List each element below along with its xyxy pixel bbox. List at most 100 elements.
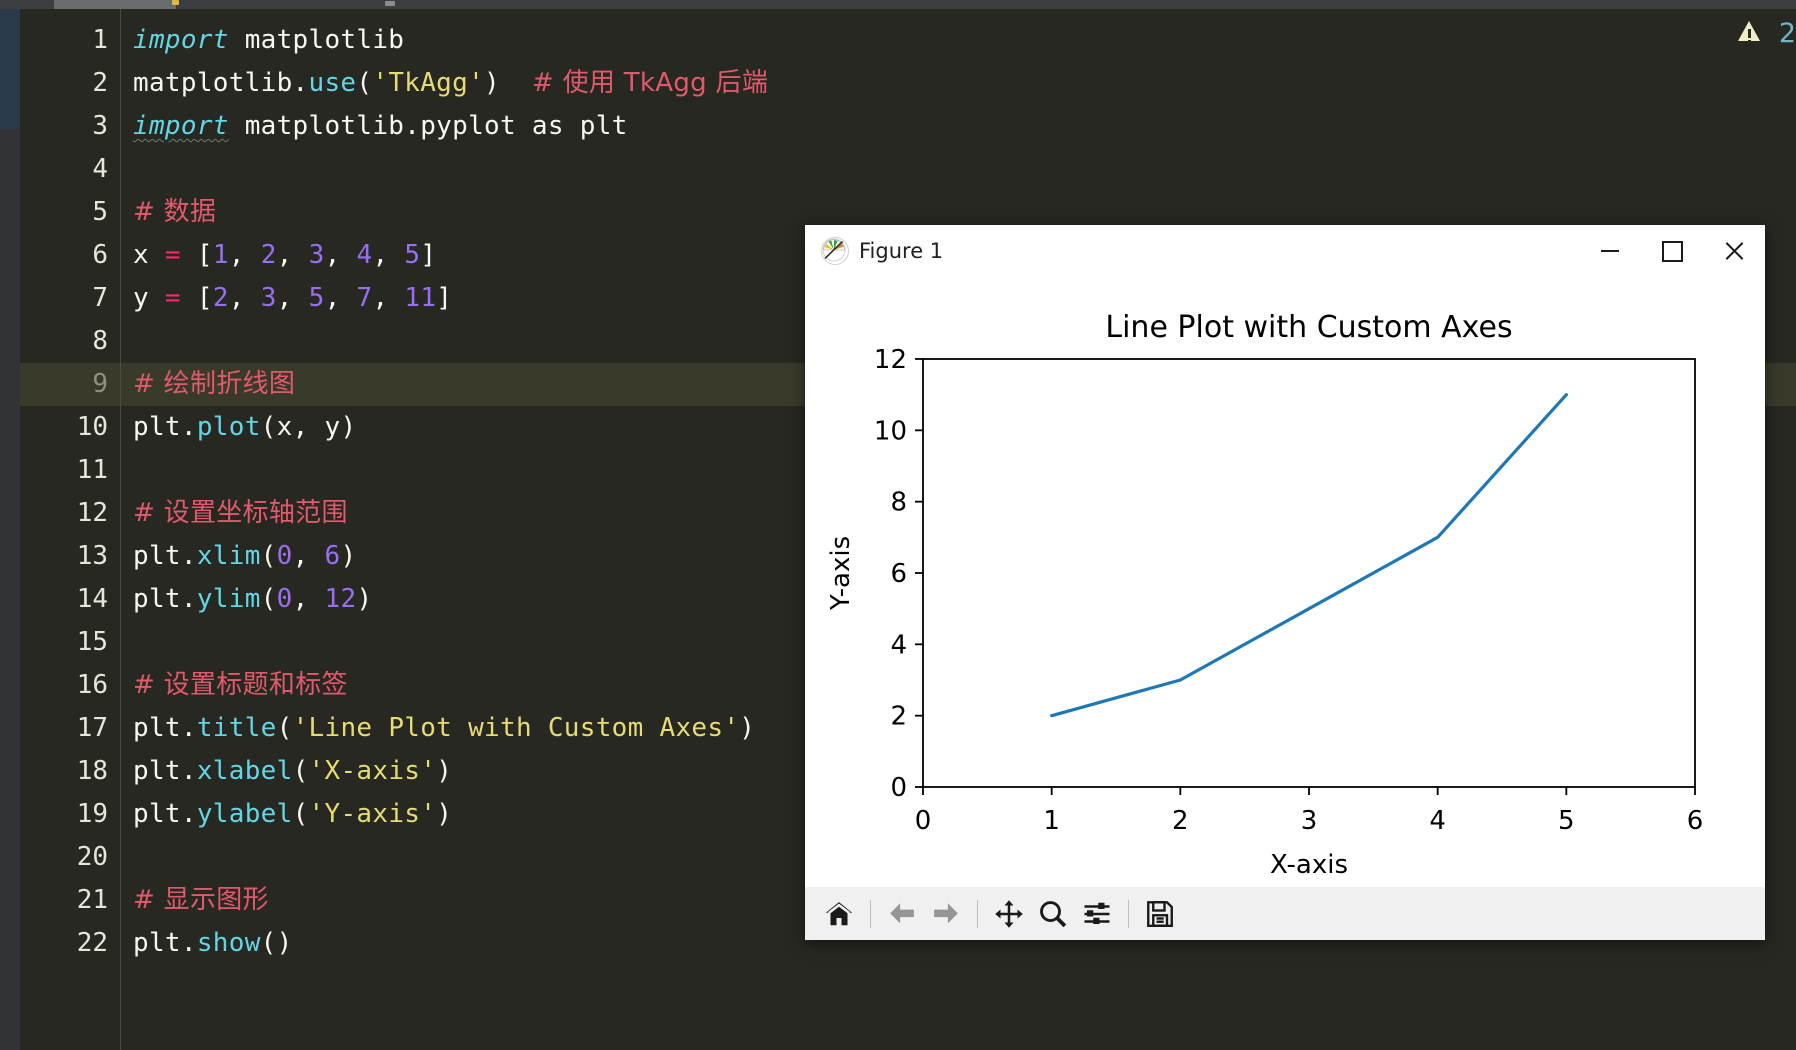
editor-gutter[interactable]: 1 2 3 4 5 6 7 8 9 10 11 12 13 14 15 16 17 18 19 20 21 22 [20, 9, 121, 1050]
line-number: 9 [92, 369, 108, 399]
close-button[interactable] [1703, 225, 1765, 277]
code-line-text: # 显示图形 [133, 885, 269, 915]
code-line-text: plt.show() [133, 928, 293, 958]
line-number: 17 [76, 713, 108, 743]
configure-subplots-button[interactable] [1075, 892, 1119, 936]
gutter-line-22[interactable]: 22 [20, 922, 120, 965]
line-number: 10 [76, 412, 108, 442]
figure-navigation-toolbar[interactable] [805, 887, 1765, 940]
x-axis-label: X-axis [1270, 850, 1348, 880]
code-line-1[interactable]: import matplotlib [121, 19, 1796, 62]
y-axis-label: Y-axis [826, 536, 856, 611]
back-button[interactable] [880, 892, 924, 936]
line-number: 11 [76, 455, 108, 485]
code-line-text: matplotlib.use('TkAgg') # 使用 TkAgg 后端 [133, 68, 769, 98]
code-line-text: # 设置标题和标签 [133, 670, 348, 700]
save-button[interactable] [1138, 892, 1182, 936]
code-line-text: # 设置坐标轴范围 [133, 498, 348, 528]
y-tick-label: 2 [890, 702, 907, 732]
x-tick-label: 3 [1301, 806, 1318, 836]
gutter-line-10[interactable]: 10 [20, 406, 120, 449]
line-number: 3 [92, 111, 108, 141]
x-tick-label: 5 [1558, 806, 1575, 836]
gutter-line-6[interactable]: 6 [20, 234, 120, 277]
gutter-line-11[interactable]: 11 [20, 449, 120, 492]
warning-exclamation-stem [1748, 29, 1751, 38]
gutter-line-20[interactable]: 20 [20, 836, 120, 879]
line-number: 13 [76, 541, 108, 571]
gutter-line-4[interactable]: 4 [20, 148, 120, 191]
line-number: 7 [92, 283, 108, 313]
code-line-text: plt.plot(x, y) [133, 412, 357, 442]
code-line-text: plt.title('Line Plot with Custom Axes') [133, 713, 756, 743]
code-line-text: x = [1, 2, 3, 4, 5] [133, 240, 437, 270]
editor-left-strip [0, 9, 20, 1050]
gutter-line-17[interactable]: 17 [20, 707, 120, 750]
y-tick-label: 8 [890, 488, 907, 518]
maximize-icon [1661, 240, 1683, 262]
code-line-text: plt.xlabel('X-axis') [133, 756, 453, 786]
zoom-button[interactable] [1031, 892, 1075, 936]
line-number: 19 [76, 799, 108, 829]
y-tick-label: 0 [890, 773, 907, 803]
gutter-line-15[interactable]: 15 [20, 621, 120, 664]
gutter-line-7[interactable]: 7 [20, 277, 120, 320]
gutter-line-12[interactable]: 12 [20, 492, 120, 535]
gutter-line-5[interactable]: 5 [20, 191, 120, 234]
figure-title-bar[interactable]: Figure 1 [805, 225, 1765, 277]
matplotlib-figure-window[interactable]: Figure 1 0 1 2 3 4 5 6 0 2 4 6 8 10 12 Line Plot with … [805, 225, 1765, 940]
gutter-line-18[interactable]: 18 [20, 750, 120, 793]
pan-button[interactable] [987, 892, 1031, 936]
code-line-text: # 数据 [133, 197, 217, 227]
home-button[interactable] [817, 892, 861, 936]
figure-window-title: Figure 1 [859, 239, 944, 263]
matplotlib-logo-icon [821, 237, 849, 265]
minimize-button[interactable] [1579, 225, 1641, 277]
figure-background [805, 277, 1765, 887]
line-number: 18 [76, 756, 108, 786]
gutter-line-21[interactable]: 21 [20, 879, 120, 922]
line-number: 5 [92, 197, 108, 227]
x-tick-label: 6 [1687, 806, 1704, 836]
gutter-line-16[interactable]: 16 [20, 664, 120, 707]
editor-tab-active[interactable] [54, 0, 179, 9]
maximize-button[interactable] [1641, 225, 1703, 277]
line-number: 6 [92, 240, 108, 270]
gutter-line-19[interactable]: 19 [20, 793, 120, 836]
y-tick-label: 4 [890, 630, 907, 660]
gutter-line-1[interactable]: 1 [20, 19, 120, 62]
line-number: 2 [92, 68, 108, 98]
toolbar-separator-2 [977, 899, 978, 928]
line-number: 21 [76, 885, 108, 915]
code-line-4[interactable] [121, 148, 1796, 191]
gutter-line-8[interactable]: 8 [20, 320, 120, 363]
y-tick-label: 12 [874, 345, 907, 375]
tab-file-icon [172, 0, 179, 5]
gutter-line-2[interactable]: 2 [20, 62, 120, 105]
toolbar-separator-1 [870, 899, 871, 928]
code-line-text: import matplotlib.pyplot as plt [133, 111, 628, 141]
figure-canvas[interactable]: 0 1 2 3 4 5 6 0 2 4 6 8 10 12 Line Plot with Custom Ax… [805, 277, 1765, 887]
tab-secondary-icon [385, 1, 395, 6]
minimize-icon [1601, 250, 1619, 252]
editor-scroll-marker[interactable] [0, 9, 20, 129]
code-line-text: plt.ylabel('Y-axis') [133, 799, 453, 829]
gutter-line-3[interactable]: 3 [20, 105, 120, 148]
warning-count-label: 2 [1778, 18, 1796, 49]
gutter-line-9[interactable]: 9 [20, 363, 120, 406]
line-number: 4 [92, 154, 108, 184]
line-number: 1 [92, 25, 108, 55]
line-number: 16 [76, 670, 108, 700]
gutter-line-13[interactable]: 13 [20, 535, 120, 578]
code-line-text: import matplotlib [133, 25, 405, 55]
code-line-3[interactable]: import matplotlib.pyplot as plt [121, 105, 1796, 148]
editor-tab-bar [0, 0, 1796, 9]
forward-button[interactable] [924, 892, 968, 936]
gutter-line-14[interactable]: 14 [20, 578, 120, 621]
line-number: 14 [76, 584, 108, 614]
x-tick-label: 1 [1043, 806, 1060, 836]
line-number: 22 [76, 928, 108, 958]
x-tick-label: 0 [915, 806, 932, 836]
editor-inspection-widget[interactable]: 2 [1726, 9, 1796, 69]
code-line-2[interactable]: matplotlib.use('TkAgg') # 使用 TkAgg 后端 [121, 62, 1796, 105]
